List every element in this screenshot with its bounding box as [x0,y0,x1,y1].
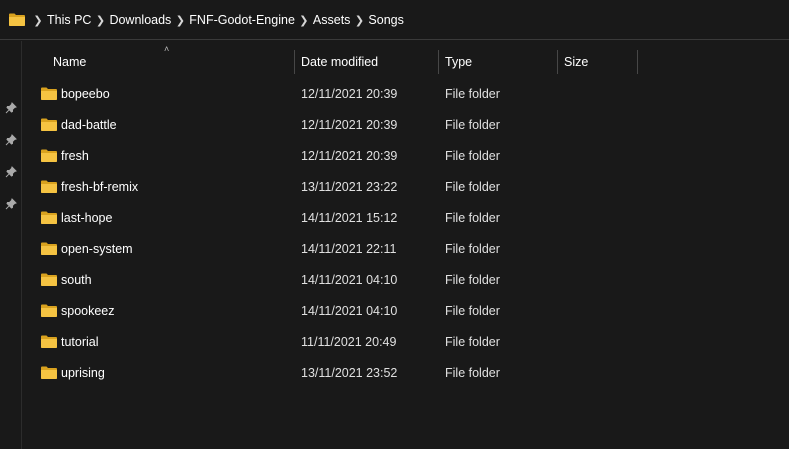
folder-icon [41,149,57,162]
folder-icon [41,335,57,348]
file-name: open-system [61,242,133,256]
file-type: File folder [445,304,500,318]
folder-icon [41,242,57,255]
chevron-right-icon[interactable]: ❯ [172,14,188,27]
column-header-name[interactable]: Name [53,48,86,76]
column-divider[interactable] [637,50,638,74]
file-row[interactable]: uprising 13/11/2021 23:52 File folder [22,358,789,389]
breadcrumb: ❯ This PC ❯ Downloads ❯ FNF-Godot-Engine… [30,0,405,40]
file-date-modified: 14/11/2021 15:12 [301,211,398,225]
file-type: File folder [445,273,500,287]
folder-icon [41,87,57,100]
column-headers: ˄ Name Date modified Type Size [22,44,789,76]
column-divider[interactable] [438,50,439,74]
file-name: tutorial [61,335,99,349]
file-row[interactable]: bopeebo 12/11/2021 20:39 File folder [22,79,789,110]
breadcrumb-item-this-pc[interactable]: This PC [46,13,92,27]
file-explorer-window: ❯ This PC ❯ Downloads ❯ FNF-Godot-Engine… [0,0,789,449]
file-name: last-hope [61,211,113,225]
folder-icon [41,366,57,379]
pin-icon[interactable] [5,198,17,210]
folder-icon [41,211,57,224]
file-type: File folder [445,335,500,349]
folder-icon [41,180,57,193]
folder-icon [41,304,57,317]
file-date-modified: 14/11/2021 22:11 [301,242,397,256]
file-type: File folder [445,180,500,194]
file-date-modified: 14/11/2021 04:10 [301,273,398,287]
navigation-pane [0,41,22,449]
file-date-modified: 14/11/2021 04:10 [301,304,398,318]
pin-icon[interactable] [5,166,17,178]
file-row[interactable]: fresh 12/11/2021 20:39 File folder [22,141,789,172]
file-type: File folder [445,211,500,225]
column-divider[interactable] [557,50,558,74]
address-bar[interactable]: ❯ This PC ❯ Downloads ❯ FNF-Godot-Engine… [0,0,789,40]
folder-icon [41,118,57,131]
chevron-right-icon[interactable]: ❯ [30,14,46,27]
file-row[interactable]: tutorial 11/11/2021 20:49 File folder [22,327,789,358]
file-name: fresh-bf-remix [61,180,139,194]
breadcrumb-item-songs[interactable]: Songs [367,13,404,27]
file-type: File folder [445,87,500,101]
chevron-right-icon[interactable]: ❯ [92,14,108,27]
file-row[interactable]: last-hope 14/11/2021 15:12 File folder [22,203,789,234]
column-header-date-modified[interactable]: Date modified [301,48,378,76]
file-name: south [61,273,92,287]
file-date-modified: 13/11/2021 23:22 [301,180,398,194]
file-row[interactable]: south 14/11/2021 04:10 File folder [22,265,789,296]
file-name: dad-battle [61,118,117,132]
file-row[interactable]: dad-battle 12/11/2021 20:39 File folder [22,110,789,141]
breadcrumb-item-assets[interactable]: Assets [312,13,352,27]
file-date-modified: 12/11/2021 20:39 [301,149,398,163]
file-row[interactable]: spookeez 14/11/2021 04:10 File folder [22,296,789,327]
pin-icon[interactable] [5,102,17,114]
sort-ascending-icon: ˄ [164,44,170,54]
breadcrumb-item-downloads[interactable]: Downloads [108,13,172,27]
breadcrumb-item-fnf-godot-engine[interactable]: FNF-Godot-Engine [188,13,296,27]
file-type: File folder [445,366,500,380]
column-header-type[interactable]: Type [445,48,472,76]
folder-icon [9,13,25,26]
file-name: bopeebo [61,87,110,101]
column-header-size[interactable]: Size [564,48,588,76]
file-date-modified: 12/11/2021 20:39 [301,87,398,101]
file-type: File folder [445,118,500,132]
file-row[interactable]: fresh-bf-remix 13/11/2021 23:22 File folde… [22,172,789,203]
file-type: File folder [445,149,500,163]
file-name: spookeez [61,304,115,318]
file-name: uprising [61,366,105,380]
file-date-modified: 11/11/2021 20:49 [301,335,397,349]
file-list: bopeebo 12/11/2021 20:39 File folder dad-ba… [22,79,789,389]
chevron-right-icon[interactable]: ❯ [296,14,312,27]
file-type: File folder [445,242,500,256]
folder-icon [41,273,57,286]
file-name: fresh [61,149,89,163]
file-row[interactable]: open-system 14/11/2021 22:11 File folder [22,234,789,265]
pin-icon[interactable] [5,134,17,146]
column-divider[interactable] [294,50,295,74]
file-date-modified: 13/11/2021 23:52 [301,366,398,380]
chevron-right-icon[interactable]: ❯ [351,14,367,27]
file-date-modified: 12/11/2021 20:39 [301,118,398,132]
